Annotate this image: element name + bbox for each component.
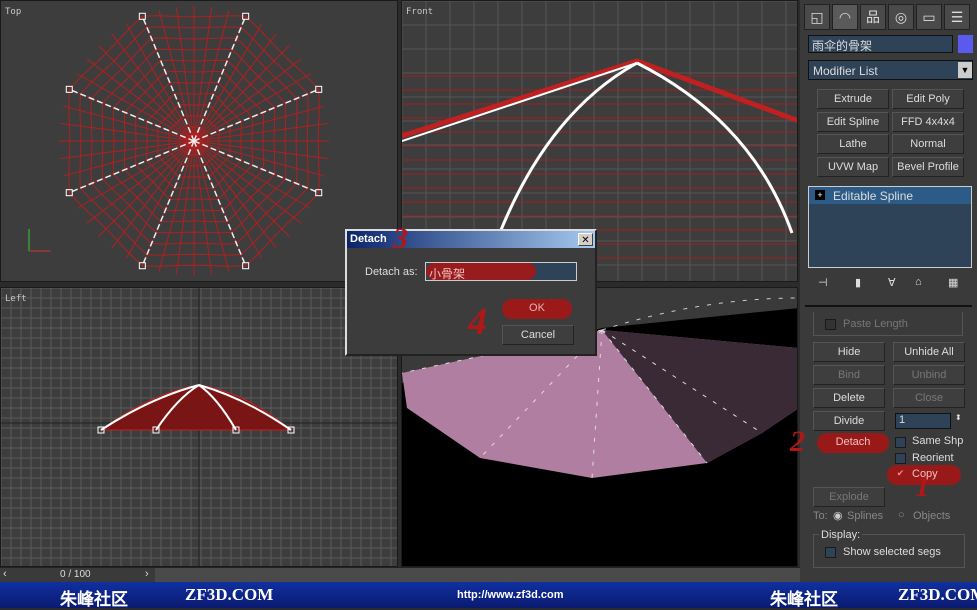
paste-length-checkbox[interactable] <box>825 319 836 330</box>
display-label: Display: <box>819 529 863 541</box>
display-tab-icon[interactable]: ▭ <box>916 4 942 30</box>
to-label: To: <box>813 510 828 522</box>
explode-button[interactable]: Explode <box>813 487 885 507</box>
modifier-button[interactable]: Normal <box>892 134 964 154</box>
dialog-title: Detach <box>350 233 387 245</box>
spinner-arrows-icon[interactable]: ⬍ <box>955 413 962 422</box>
viewport-label: Left <box>5 294 27 304</box>
show-selected-segs-checkbox[interactable] <box>825 547 836 558</box>
bind-button[interactable]: Bind <box>813 365 885 385</box>
site-url: http://www.zf3d.com <box>457 589 564 601</box>
umbrella-left-view <box>1 288 397 566</box>
detach-as-label: Detach as: <box>365 266 418 278</box>
detach-name-input[interactable]: 小骨架 <box>425 262 577 281</box>
unbind-button[interactable]: Unbind <box>893 365 965 385</box>
cancel-button[interactable]: Cancel <box>502 325 574 345</box>
modifier-stack[interactable]: + Editable Spline <box>808 186 972 268</box>
geometry-rollout: Paste Length Hide Unhide All Bind Unbind… <box>805 305 972 582</box>
modify-tab-icon[interactable]: ◠ <box>832 4 858 30</box>
objects-radio[interactable]: ○ <box>898 509 905 521</box>
divide-button[interactable]: Divide <box>813 411 885 431</box>
prev-frame-icon[interactable]: ‹ <box>3 568 7 580</box>
site-logo: 朱峰社区 <box>60 590 128 609</box>
utilities-tab-icon[interactable]: ☰ <box>944 4 970 30</box>
reorient-label: Reorient <box>912 452 954 464</box>
same-shp-checkbox[interactable] <box>895 437 906 448</box>
modifier-button[interactable]: Bevel Profile <box>892 156 964 177</box>
paste-length-label: Paste Length <box>843 318 908 330</box>
watermark-banner: 朱峰社区 ZF3D.COM http://www.zf3d.com 朱峰社区 Z… <box>0 582 977 609</box>
viewport-label: Top <box>5 7 22 17</box>
objects-label: Objects <box>913 510 951 522</box>
dialog-titlebar: Detach ✕ <box>347 231 595 248</box>
close-icon[interactable]: ✕ <box>578 233 593 246</box>
make-unique-icon[interactable]: ∀ <box>888 276 896 289</box>
object-name-field[interactable]: 雨伞的骨架 <box>808 35 953 53</box>
expand-icon[interactable]: + <box>815 190 825 200</box>
annotation-number: 3 <box>393 222 408 255</box>
viewport-top[interactable]: Top <box>0 0 398 282</box>
pin-stack-icon[interactable]: ⊣ <box>818 276 828 289</box>
create-tab-icon[interactable]: ◱ <box>804 4 830 30</box>
delete-button[interactable]: Delete <box>813 388 885 408</box>
modifier-button[interactable]: Extrude <box>817 89 889 109</box>
viewport-label: Front <box>406 7 434 17</box>
viewport-left[interactable]: Left <box>0 287 398 567</box>
reorient-checkbox[interactable] <box>895 453 906 464</box>
modifier-button[interactable]: Lathe <box>817 134 889 154</box>
annotation-number: 1 <box>915 470 930 503</box>
next-frame-icon[interactable]: › <box>145 568 149 580</box>
configure-sets-icon[interactable]: ▦ <box>948 276 958 289</box>
modifier-list-label: Modifier List <box>813 64 878 78</box>
time-slider[interactable]: ‹ 0 / 100 › <box>0 568 155 582</box>
object-color-swatch[interactable] <box>958 35 973 53</box>
stack-item-label: Editable Spline <box>833 189 914 203</box>
chevron-down-icon[interactable]: ▼ <box>958 62 972 78</box>
show-end-result-icon[interactable]: ▮ <box>855 276 861 289</box>
site-name: ZF3D.COM <box>185 585 274 604</box>
frame-counter: 0 / 100 <box>60 569 91 580</box>
command-panel: ◱ ◠ 品 ◎ ▭ ☰ 雨伞的骨架 Modifier List ▼ Extrud… <box>800 0 977 582</box>
show-selected-segs-label: Show selected segs <box>843 546 941 558</box>
annotation-number: 4 <box>468 301 487 343</box>
site-logo: 朱峰社区 <box>770 590 838 609</box>
unhide-all-button[interactable]: Unhide All <box>893 342 965 362</box>
ok-button[interactable]: OK <box>502 299 572 319</box>
remove-modifier-icon[interactable]: ⌂ <box>915 276 922 288</box>
site-name: ZF3D.COM <box>898 585 977 604</box>
hide-button[interactable]: Hide <box>813 342 885 362</box>
modifier-button[interactable]: UVW Map <box>817 156 889 177</box>
same-shp-label: Same Shp <box>912 435 964 447</box>
detach-button[interactable]: Detach <box>817 433 889 453</box>
motion-tab-icon[interactable]: ◎ <box>888 4 914 30</box>
annotation-number: 2 <box>790 425 805 458</box>
modifier-button[interactable]: FFD 4x4x4 <box>892 111 964 132</box>
stack-item-editable-spline[interactable]: + Editable Spline <box>809 187 971 204</box>
timeline[interactable]: ‹ 0 / 100 › <box>0 567 800 582</box>
umbrella-top-view <box>28 6 329 276</box>
splines-label: Splines <box>847 510 884 522</box>
splines-radio[interactable]: ◉ <box>833 509 843 522</box>
hierarchy-tab-icon[interactable]: 品 <box>860 4 886 30</box>
detach-name-value: 小骨架 <box>429 267 466 281</box>
divide-count-spinner[interactable]: 1 <box>895 413 951 429</box>
modifier-list-dropdown[interactable]: Modifier List ▼ <box>808 60 973 80</box>
modifier-button[interactable]: Edit Poly <box>892 89 964 109</box>
copy-checkbox[interactable]: ✔ <box>895 469 906 480</box>
modifier-button[interactable]: Edit Spline <box>817 111 889 132</box>
close-button[interactable]: Close <box>893 388 965 408</box>
